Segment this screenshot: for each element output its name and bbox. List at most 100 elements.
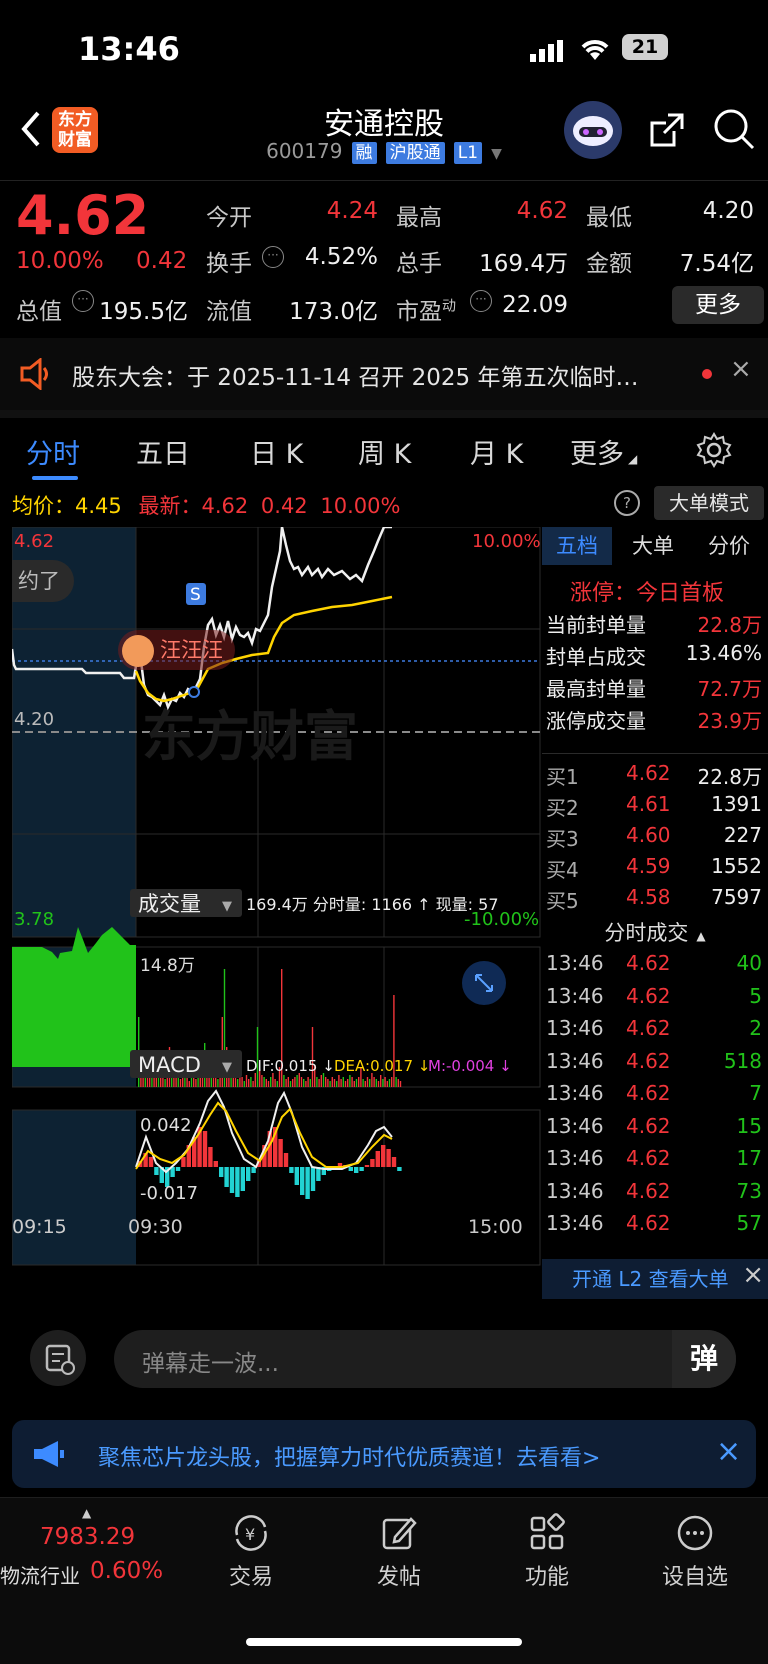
- volume-bar: [366, 1077, 369, 1087]
- macd-bar: [181, 1157, 186, 1167]
- bid-label: 买5: [546, 889, 579, 913]
- volume-bar: [294, 1077, 296, 1087]
- ticks-header[interactable]: 分时成交 ▲: [542, 917, 768, 947]
- danmaku-input[interactable]: 弹幕走一波... 弹: [114, 1330, 736, 1388]
- macd-dif: DIF:0.015 ↓: [246, 1057, 335, 1075]
- tab-monthly-k[interactable]: 月 K: [470, 432, 523, 471]
- index-value: 7983.29: [40, 1524, 136, 1550]
- seal-stat-value: 72.7万: [697, 677, 762, 701]
- volume-bar: [283, 1075, 285, 1087]
- notice-bar[interactable]: 股东大会：于 2025-11-14 召开 2025 年第五次临时… ×: [0, 338, 768, 410]
- nav-functions[interactable]: 功能: [492, 1513, 602, 1591]
- danmaku-bubble[interactable]: 约了: [12, 560, 74, 602]
- index-ticker[interactable]: ▲ 7983.29 物流行业 0.60%: [0, 1498, 190, 1618]
- danmaku-user[interactable]: 汪汪汪: [118, 630, 235, 670]
- bid-price: 4.60: [626, 823, 671, 847]
- bid-row[interactable]: 买5 4.58 7597: [542, 883, 766, 915]
- volume-bar: [237, 1079, 239, 1087]
- macd-bar: [229, 1167, 235, 1193]
- comment-list-icon[interactable]: [30, 1330, 86, 1386]
- nav-watchlist[interactable]: 设自选: [640, 1513, 750, 1591]
- danmaku-send-button[interactable]: 弹: [672, 1330, 736, 1388]
- nav-trade[interactable]: ¥ 交易: [196, 1513, 306, 1591]
- macd-bar: [386, 1149, 391, 1167]
- macd-bar: [219, 1167, 224, 1177]
- volume-bar: [349, 1075, 351, 1087]
- tab-five-day[interactable]: 五日: [136, 432, 190, 471]
- macd-bar: [359, 1167, 364, 1171]
- seal-stat-value: 22.8万: [697, 613, 762, 637]
- volume-bar: [285, 1079, 287, 1087]
- tick-time: 13:46: [546, 1113, 604, 1138]
- bid-volume: 227: [723, 823, 762, 847]
- tab-big-orders[interactable]: 大单: [618, 527, 688, 565]
- search-icon[interactable]: [712, 107, 756, 155]
- tab-five-levels[interactable]: 五档: [542, 527, 612, 565]
- tick-volume: 57: [736, 1211, 762, 1235]
- tab-price-distribution[interactable]: 分价: [694, 527, 764, 565]
- tick-volume: 40: [736, 951, 762, 975]
- big-order-mode-button[interactable]: 大单模式: [654, 486, 764, 520]
- volume-bar: [186, 1077, 188, 1087]
- price-base-label: 4.20: [14, 709, 54, 730]
- bid-label: 买1: [546, 765, 579, 789]
- open-label: 今开: [206, 205, 252, 231]
- tab-intraday[interactable]: 分时: [26, 432, 80, 471]
- latest-value: 4.62: [201, 494, 249, 518]
- l2-banner[interactable]: 开通 L2 查看大单 ×: [542, 1259, 768, 1299]
- macd-bar: [246, 1167, 251, 1181]
- connect-tag: 沪股通: [385, 142, 445, 164]
- macd-bar: [310, 1167, 316, 1191]
- promo-banner[interactable]: 聚焦芯片龙头股，把握算力时代优质赛道！去看看> ×: [12, 1420, 756, 1488]
- price-low-label: 3.78: [14, 909, 54, 930]
- chevron-down-icon: ▼: [491, 146, 502, 162]
- seal-stat-row: 最高封单量 72.7万: [542, 671, 766, 703]
- share-icon[interactable]: [646, 109, 688, 155]
- close-icon[interactable]: ×: [730, 354, 752, 384]
- amount-label: 金额: [586, 251, 632, 277]
- volume-label: 总手: [396, 251, 442, 277]
- volume-bar: [287, 1077, 289, 1087]
- volume-bar: [193, 1077, 195, 1087]
- volume-bar: [292, 1079, 294, 1087]
- intraday-chart[interactable]: 东方财富 S 4.62 4.20 3.78 10.00% -10.00% 成交量…: [12, 527, 542, 1307]
- bid-volume: 7597: [711, 885, 762, 909]
- macd-bar: [278, 1139, 283, 1167]
- settings-gear-icon[interactable]: [696, 432, 732, 472]
- help-icon[interactable]: ?: [614, 490, 640, 516]
- bid-row[interactable]: 买1 4.62 22.8万: [542, 759, 766, 791]
- bid-price: 4.62: [626, 761, 671, 785]
- bid-row[interactable]: 买3 4.60 227: [542, 821, 766, 853]
- volume-bar: [265, 1079, 267, 1087]
- tab-daily-k[interactable]: 日 K: [250, 432, 303, 471]
- volume-bar: [355, 1079, 358, 1087]
- pe-label: 市盈动: [396, 298, 456, 325]
- notice-text: 股东大会：于 2025-11-14 召开 2025 年第五次临时…: [72, 365, 639, 391]
- active-tab-indicator: [32, 476, 78, 480]
- volume-bar: [272, 1073, 274, 1087]
- bid-row[interactable]: 买4 4.59 1552: [542, 852, 766, 884]
- macd-min-label: -0.017: [140, 1183, 198, 1204]
- avg-value: 4.45: [75, 494, 122, 518]
- tick-row: 13:46 4.62 40: [542, 949, 766, 981]
- tab-weekly-k[interactable]: 周 K: [358, 432, 411, 471]
- change-amount: 0.42: [136, 248, 188, 274]
- close-icon[interactable]: ×: [742, 1255, 764, 1295]
- close-icon[interactable]: ×: [716, 1434, 741, 1469]
- bid-row[interactable]: 买2 4.61 1391: [542, 790, 766, 822]
- index-percent: 0.60%: [90, 1558, 164, 1584]
- tick-time: 13:46: [546, 1178, 604, 1203]
- tick-price: 4.62: [626, 1048, 671, 1073]
- tab-more[interactable]: 更多 ◢: [570, 432, 637, 471]
- market-cap-value: 195.5亿: [99, 299, 188, 325]
- tick-time: 13:46: [546, 1016, 604, 1040]
- info-icon[interactable]: ···: [470, 290, 492, 312]
- macd-max-label: 0.042: [140, 1115, 192, 1136]
- info-icon[interactable]: ···: [262, 246, 284, 268]
- bottom-navigation: ▲ 7983.29 物流行业 0.60% ¥ 交易 发帖 功能 设自选: [0, 1497, 768, 1664]
- svg-text:¥: ¥: [245, 1525, 255, 1544]
- nav-post[interactable]: 发帖: [344, 1513, 454, 1591]
- robot-assistant-icon[interactable]: [564, 101, 622, 159]
- volume-bar: [380, 1075, 382, 1087]
- more-button[interactable]: 更多: [672, 286, 764, 324]
